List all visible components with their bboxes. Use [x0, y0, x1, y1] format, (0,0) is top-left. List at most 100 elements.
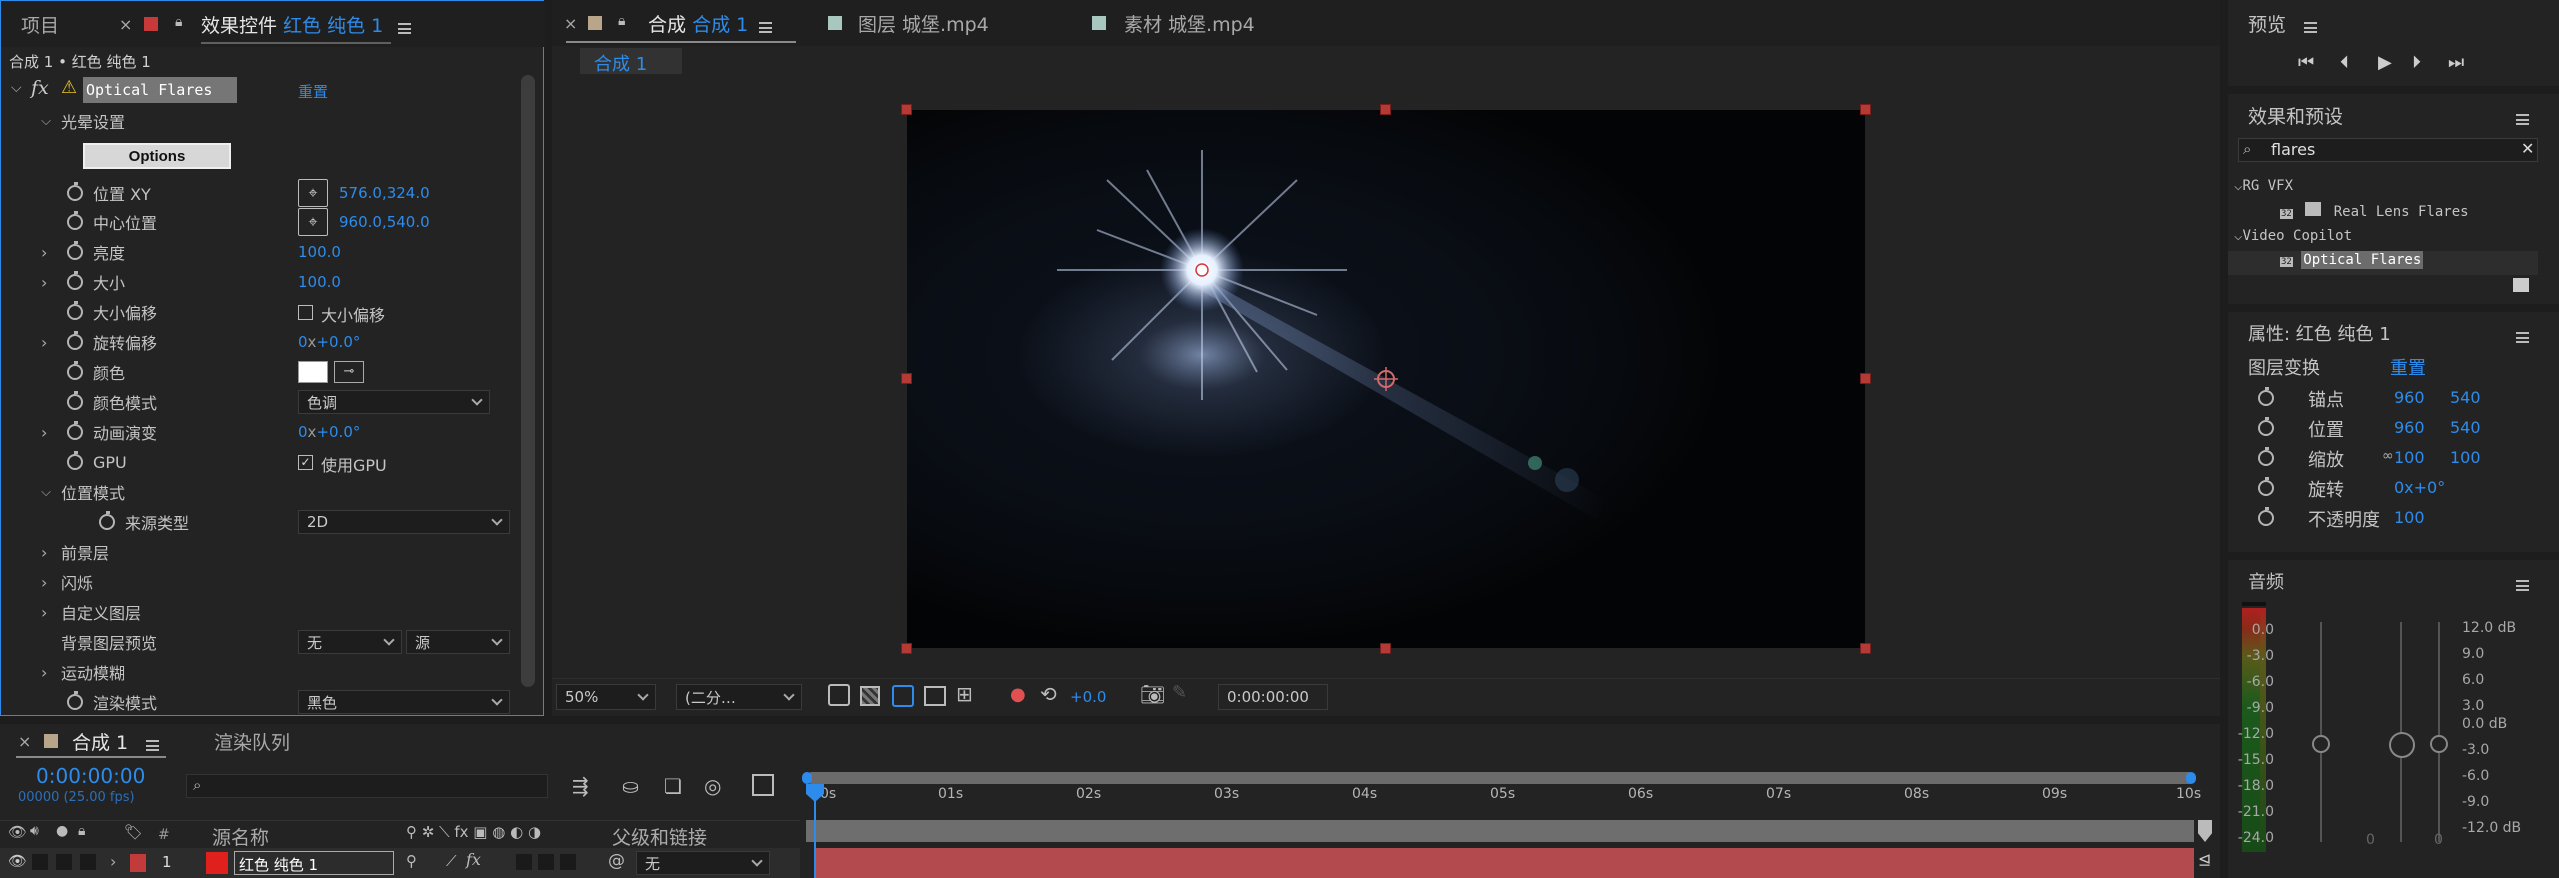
stopwatch-icon[interactable]: [67, 301, 83, 320]
fx-icon[interactable]: fx: [31, 77, 49, 99]
crosshair-button-icon[interactable]: ⌖: [298, 208, 328, 236]
prop-value[interactable]: 100.0: [298, 273, 341, 291]
scrollbar[interactable]: [521, 75, 535, 687]
group-foreground[interactable]: › 前景层: [9, 537, 513, 567]
comp-mini-flowchart-icon[interactable]: ⇶: [572, 774, 589, 798]
tab-effect-controls[interactable]: 效果控件 红色 纯色 1: [201, 1, 383, 47]
fader-knob-left[interactable]: [2312, 735, 2330, 753]
prop-value[interactable]: 100.0: [298, 243, 341, 261]
layer-end-icon[interactable]: ⊴: [2198, 850, 2211, 869]
expand-chevron-icon[interactable]: ›: [41, 603, 61, 622]
checkbox-checked[interactable]: ✓: [298, 455, 313, 470]
prop-anchor-point[interactable]: 锚点 960 540: [2258, 384, 2548, 412]
mask-toggle-icon[interactable]: [892, 685, 914, 707]
transform-handle[interactable]: [901, 373, 912, 384]
prop-value[interactable]: 100: [2394, 508, 2425, 527]
region-of-interest-icon[interactable]: [924, 686, 946, 706]
grid-guides-icon[interactable]: ⊞: [956, 682, 973, 706]
color-channels-icon[interactable]: ●: [1010, 684, 1026, 705]
panel-menu-icon[interactable]: [2516, 580, 2529, 591]
transparency-grid-icon[interactable]: [860, 686, 880, 706]
prop-value-x[interactable]: 960: [2394, 418, 2425, 437]
stopwatch-icon[interactable]: [2258, 477, 2274, 496]
transform-handle[interactable]: [1860, 373, 1871, 384]
expand-chevron-icon[interactable]: ›: [41, 273, 67, 292]
expand-chevron-icon[interactable]: ›: [41, 663, 61, 682]
expand-chevron-icon[interactable]: ›: [110, 852, 116, 871]
prop-value[interactable]: 0x+0.0°: [298, 333, 360, 351]
effect-name[interactable]: Optical Flares: [83, 77, 237, 103]
stopwatch-icon[interactable]: [67, 421, 83, 440]
exposure-value[interactable]: +0.0: [1070, 688, 1106, 706]
prop-position-xy[interactable]: 位置 XY ⌖ 576.0,324.0: [9, 178, 513, 208]
tab-timeline-comp[interactable]: 合成 1: [72, 724, 128, 758]
next-frame-icon[interactable]: ⏵︎: [2412, 52, 2421, 73]
fx-switch-icon[interactable]: fx: [466, 850, 481, 869]
work-area-bar[interactable]: [806, 772, 2194, 784]
transform-handle[interactable]: [1380, 104, 1391, 115]
group-position-mode[interactable]: ⌵ 位置模式: [9, 477, 513, 507]
prop-value[interactable]: 576.0,324.0: [339, 184, 430, 202]
resolution-select[interactable]: (二分…: [676, 684, 802, 710]
pickwhip-icon[interactable]: @: [608, 851, 625, 871]
checkbox[interactable]: [298, 305, 313, 320]
stopwatch-icon[interactable]: [67, 451, 83, 470]
expand-chevron-icon[interactable]: ›: [41, 543, 61, 562]
audio-slot[interactable]: [32, 854, 48, 870]
reset-link[interactable]: 重置: [298, 81, 328, 102]
video-toggle-icon[interactable]: 👁︎: [8, 823, 27, 841]
zoom-select[interactable]: 50%: [556, 684, 656, 710]
panel-menu-icon[interactable]: [759, 22, 772, 33]
prop-value[interactable]: 960.0,540.0: [339, 213, 430, 231]
group-custom-layer[interactable]: › 自定义图层: [9, 597, 513, 627]
quality-switch-icon[interactable]: ⟋: [446, 852, 457, 870]
stopwatch-icon[interactable]: [67, 241, 83, 260]
timeline-search-field[interactable]: ⌕: [186, 774, 548, 798]
fader-knob-right[interactable]: [2430, 735, 2448, 753]
panel-menu-icon[interactable]: [2516, 332, 2529, 343]
effects-search-field[interactable]: ⌕ flares ✕: [2238, 138, 2538, 162]
draft-3d-icon[interactable]: ⛀: [622, 774, 639, 798]
stopwatch-icon[interactable]: [67, 182, 83, 201]
render-mode-select[interactable]: 黑色: [298, 690, 510, 714]
effect-collapse-chevron-icon[interactable]: ⌵: [11, 80, 22, 96]
prop-value-x[interactable]: 100: [2394, 448, 2425, 467]
panel-menu-icon[interactable]: [2304, 22, 2317, 33]
layer-clip-bar[interactable]: [814, 848, 2194, 878]
close-icon[interactable]: ×: [119, 1, 132, 47]
frame-blending-icon[interactable]: ◎: [704, 774, 721, 798]
expand-chevron-icon[interactable]: ⌵: [31, 485, 61, 500]
category-video-copilot[interactable]: ⌵Video Copilot: [2234, 228, 2352, 244]
effect-item-optical-flares[interactable]: 32 Optical Flares: [2280, 251, 2424, 269]
stopwatch-icon[interactable]: [99, 511, 115, 530]
stopwatch-icon[interactable]: [67, 271, 83, 290]
prop-scale[interactable]: 缩放 ∞ 100 100: [2258, 444, 2548, 472]
last-frame-icon[interactable]: ⏭: [2448, 52, 2464, 73]
prop-size[interactable]: › 大小 100.0: [9, 267, 513, 297]
close-icon[interactable]: ×: [18, 724, 31, 758]
prop-color[interactable]: 颜色 ⊸: [9, 357, 513, 387]
current-time[interactable]: 0:00:00:00: [36, 764, 145, 788]
expand-chevron-icon[interactable]: ›: [41, 333, 67, 352]
panel-menu-icon[interactable]: [2516, 114, 2529, 125]
new-folder-icon[interactable]: [2513, 278, 2529, 292]
prop-value-y[interactable]: 540: [2450, 388, 2481, 407]
prop-value[interactable]: 0x+0.0°: [298, 423, 360, 441]
shy-switch-icon[interactable]: ⚲: [406, 852, 417, 870]
prop-animation-evolution[interactable]: › 动画演变 0x+0.0°: [9, 417, 513, 447]
eyedropper-icon[interactable]: ⊸: [334, 361, 364, 383]
crosshair-button-icon[interactable]: ⌖: [298, 179, 328, 207]
solo-icon[interactable]: ●: [56, 823, 68, 839]
stopwatch-icon[interactable]: [67, 331, 83, 350]
layer-label-color[interactable]: [130, 854, 146, 872]
shy-layers-icon[interactable]: ❏: [664, 774, 682, 798]
group-flare-settings[interactable]: ⌵ 光晕设置: [9, 106, 513, 136]
prop-value-x[interactable]: 960: [2394, 388, 2425, 407]
parent-select[interactable]: 无: [636, 851, 770, 875]
prop-rotation-offset[interactable]: › 旋转偏移 0x+0.0°: [9, 327, 513, 357]
expand-chevron-icon[interactable]: ›: [41, 243, 67, 262]
sub-tab-composition[interactable]: 合成 1: [580, 48, 682, 75]
prop-value[interactable]: 0x+0°: [2394, 478, 2445, 497]
transform-handle[interactable]: [1380, 643, 1391, 654]
expand-chevron-icon[interactable]: ›: [41, 573, 61, 592]
